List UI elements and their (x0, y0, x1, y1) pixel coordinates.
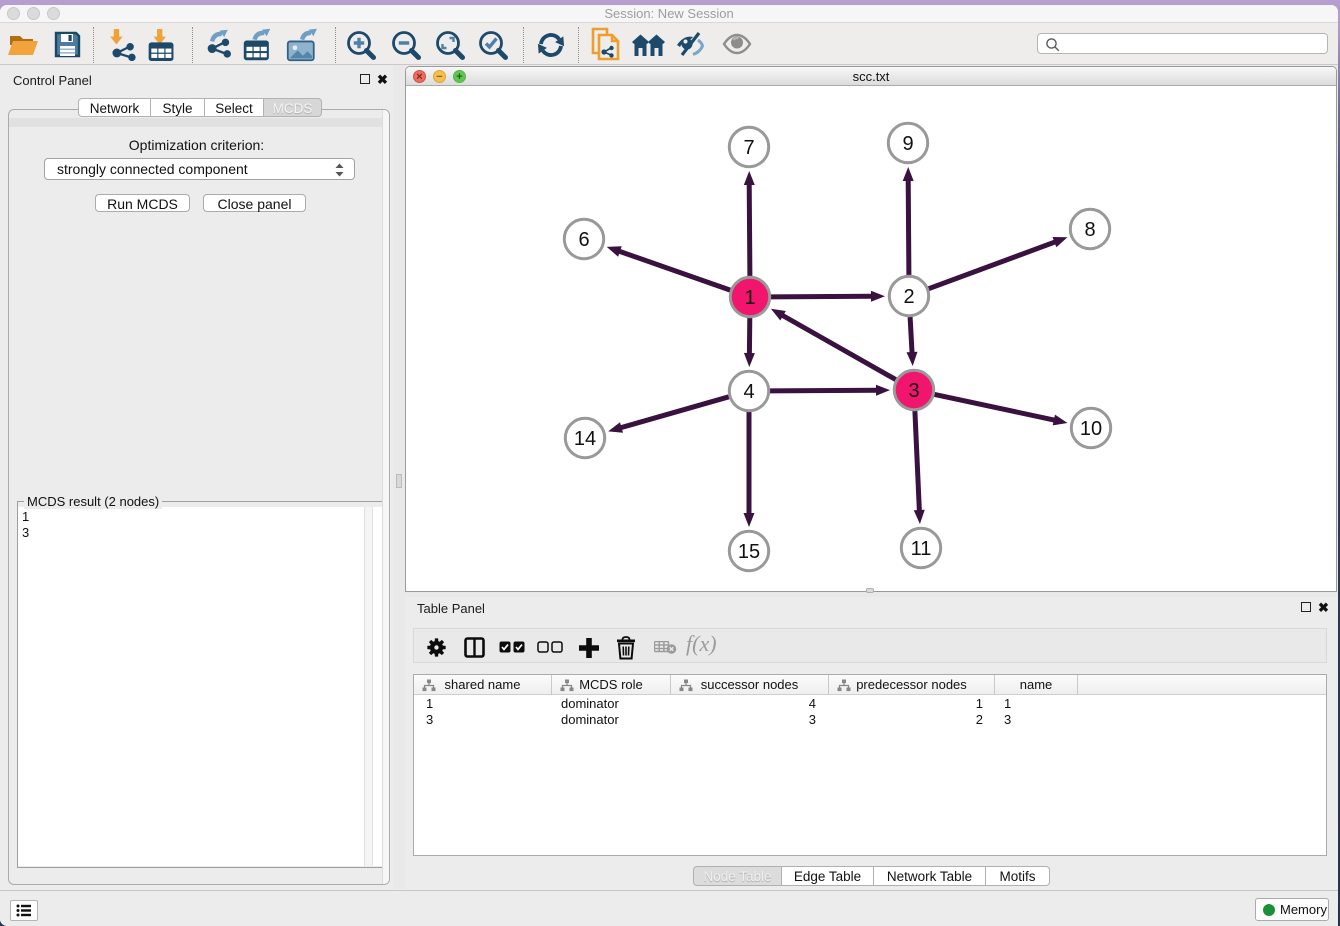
svg-text:2: 2 (903, 286, 914, 308)
svg-text:8: 8 (1084, 219, 1095, 241)
svg-text:7: 7 (743, 137, 754, 159)
svg-text:14: 14 (574, 428, 596, 450)
svg-text:4: 4 (743, 381, 754, 403)
svg-text:1: 1 (744, 287, 755, 309)
svg-text:15: 15 (738, 541, 760, 563)
svg-text:10: 10 (1080, 418, 1102, 440)
svg-text:11: 11 (911, 538, 932, 560)
svg-text:6: 6 (578, 229, 589, 251)
svg-text:9: 9 (902, 133, 913, 155)
svg-text:3: 3 (908, 380, 919, 402)
